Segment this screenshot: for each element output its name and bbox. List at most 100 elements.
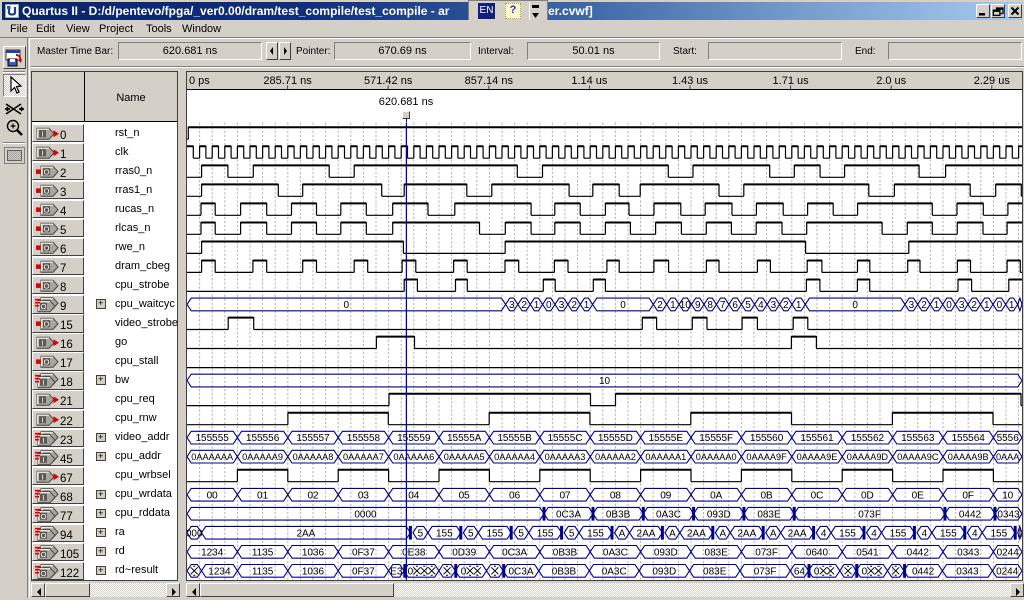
svg-text:000: 000 bbox=[187, 528, 203, 539]
svg-text:083E: 083E bbox=[757, 509, 781, 520]
svg-text:0AAAAA5: 0AAAAA5 bbox=[444, 452, 485, 462]
svg-text:0AAAAA2: 0AAAAA2 bbox=[595, 452, 636, 462]
svg-text:64: 64 bbox=[794, 566, 806, 577]
svg-text:2AA: 2AA bbox=[637, 528, 656, 539]
svg-text:0000: 0000 bbox=[354, 509, 377, 520]
svg-text:O: O bbox=[40, 512, 46, 521]
svg-text:1: 1 bbox=[670, 300, 676, 311]
svg-text:I: I bbox=[42, 493, 44, 502]
svg-text:02: 02 bbox=[307, 490, 319, 501]
svg-text:3: 3 bbox=[509, 300, 515, 311]
svg-text:A: A bbox=[669, 528, 676, 539]
svg-text:I: I bbox=[42, 378, 44, 387]
svg-text:0E38: 0E38 bbox=[402, 547, 426, 558]
svg-text:0AAA: 0AAA bbox=[996, 452, 1020, 462]
svg-text:155563: 155563 bbox=[901, 433, 935, 444]
svg-text:083E: 083E bbox=[703, 566, 727, 577]
svg-text:0C3A: 0C3A bbox=[502, 547, 527, 558]
svg-text:2: 2 bbox=[971, 300, 977, 311]
svg-text:0C: 0C bbox=[811, 490, 824, 501]
svg-text:O: O bbox=[43, 168, 49, 177]
svg-text:155562: 155562 bbox=[851, 433, 885, 444]
svg-text:0AAAAAA: 0AAAAAA bbox=[191, 452, 234, 462]
svg-text:I: I bbox=[42, 436, 44, 445]
svg-text:1: 1 bbox=[60, 149, 66, 161]
svg-text:155555: 155555 bbox=[196, 433, 230, 444]
svg-text:10: 10 bbox=[1002, 490, 1014, 501]
svg-text:9: 9 bbox=[695, 300, 701, 311]
svg-text:8: 8 bbox=[707, 300, 713, 311]
svg-text:0F37: 0F37 bbox=[352, 566, 375, 577]
svg-text:5: 5 bbox=[745, 300, 751, 311]
svg-text:A: A bbox=[719, 528, 726, 539]
svg-text:O: O bbox=[43, 358, 49, 367]
svg-text:23: 23 bbox=[60, 435, 73, 447]
svg-text:O: O bbox=[43, 320, 49, 329]
svg-text:0AAAA9F: 0AAAA9F bbox=[746, 452, 787, 462]
svg-text:77: 77 bbox=[60, 511, 73, 523]
svg-text:7: 7 bbox=[60, 263, 66, 275]
svg-text:04: 04 bbox=[408, 490, 420, 501]
svg-text:0: 0 bbox=[620, 300, 626, 311]
svg-text:0343: 0343 bbox=[956, 566, 979, 577]
svg-text:15555F: 15555F bbox=[699, 433, 733, 444]
svg-text:3: 3 bbox=[559, 300, 565, 311]
svg-text:0F: 0F bbox=[962, 490, 974, 501]
svg-text:A: A bbox=[770, 528, 777, 539]
svg-text:6: 6 bbox=[732, 300, 738, 311]
svg-text:0A3C: 0A3C bbox=[656, 509, 681, 520]
svg-text:083E: 083E bbox=[705, 547, 729, 558]
svg-text:155: 155 bbox=[587, 528, 604, 539]
svg-text:06: 06 bbox=[509, 490, 521, 501]
svg-text:00: 00 bbox=[207, 490, 219, 501]
svg-text:4: 4 bbox=[871, 528, 877, 539]
svg-text:68: 68 bbox=[60, 492, 73, 504]
svg-text:07: 07 bbox=[559, 490, 571, 501]
svg-text:073F: 073F bbox=[755, 547, 778, 558]
svg-text:0A3C: 0A3C bbox=[602, 566, 627, 577]
svg-text:0AAAAA6: 0AAAAA6 bbox=[393, 452, 434, 462]
svg-text:0D39: 0D39 bbox=[452, 547, 476, 558]
svg-text:0442: 0442 bbox=[907, 547, 930, 558]
svg-text:0AAAA9B: 0AAAA9B bbox=[948, 452, 989, 462]
svg-text:I: I bbox=[42, 455, 44, 464]
svg-text:0244: 0244 bbox=[997, 547, 1020, 558]
svg-text:0AAAAA8: 0AAAAA8 bbox=[293, 452, 334, 462]
svg-text:I: I bbox=[41, 415, 43, 424]
svg-text:5: 5 bbox=[518, 528, 524, 539]
svg-text:15555B: 15555B bbox=[497, 433, 532, 444]
svg-text:0343: 0343 bbox=[957, 547, 980, 558]
svg-text:E3: E3 bbox=[390, 566, 403, 577]
svg-text:2AA: 2AA bbox=[687, 528, 706, 539]
svg-text:O: O bbox=[43, 206, 49, 215]
svg-text:0AAAAA3: 0AAAAA3 bbox=[545, 452, 586, 462]
svg-text:I: I bbox=[41, 149, 43, 158]
svg-text:1: 1 bbox=[984, 300, 990, 311]
svg-text:0AAAA9C: 0AAAA9C bbox=[897, 452, 939, 462]
svg-text:O: O bbox=[43, 244, 49, 253]
svg-text:5: 5 bbox=[60, 225, 66, 237]
svg-text:15555C: 15555C bbox=[547, 433, 582, 444]
svg-text:O: O bbox=[43, 282, 49, 291]
svg-text:155: 155 bbox=[839, 528, 856, 539]
svg-text:15: 15 bbox=[60, 320, 73, 332]
svg-text:0F37: 0F37 bbox=[352, 547, 375, 558]
svg-text:1036: 1036 bbox=[302, 566, 325, 577]
svg-text:2AA: 2AA bbox=[296, 528, 315, 539]
svg-text:2: 2 bbox=[521, 300, 527, 311]
svg-text:2: 2 bbox=[60, 168, 66, 180]
svg-text:1: 1 bbox=[1009, 300, 1015, 311]
svg-text:155556: 155556 bbox=[246, 433, 280, 444]
svg-text:2: 2 bbox=[571, 300, 577, 311]
svg-text:1234: 1234 bbox=[208, 566, 231, 577]
svg-text:0AAAAA4: 0AAAAA4 bbox=[494, 452, 535, 462]
svg-text:0: 0 bbox=[408, 566, 414, 577]
svg-text:155560: 155560 bbox=[750, 433, 784, 444]
svg-text:O: O bbox=[40, 302, 46, 311]
svg-text:0AAAAA9: 0AAAAA9 bbox=[242, 452, 283, 462]
svg-text:1135: 1135 bbox=[252, 547, 274, 558]
svg-text:0: 0 bbox=[546, 300, 552, 311]
svg-text:4: 4 bbox=[821, 528, 827, 539]
svg-text:A: A bbox=[619, 528, 626, 539]
svg-text:0: 0 bbox=[60, 130, 66, 142]
